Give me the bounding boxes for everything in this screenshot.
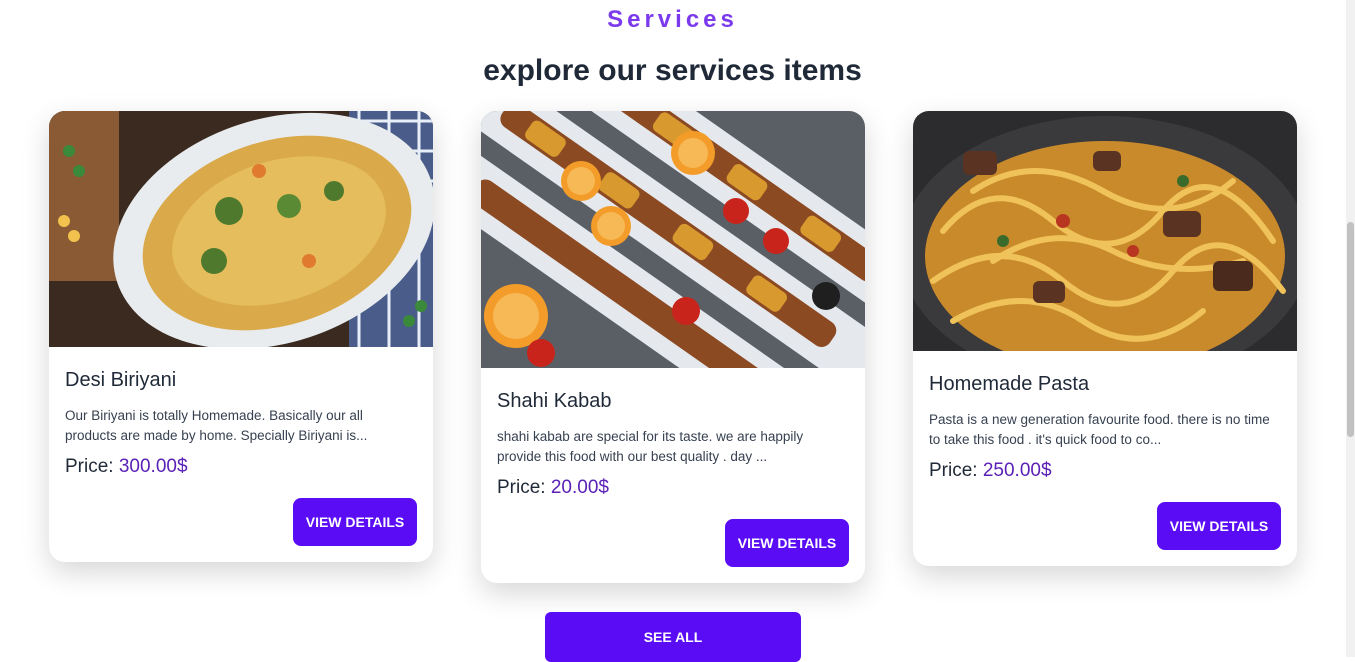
- view-details-button[interactable]: VIEW DETAILS: [1157, 502, 1281, 550]
- card-title: Homemade Pasta: [929, 373, 1090, 395]
- section-title: explore our services items: [483, 54, 862, 87]
- view-details-button[interactable]: VIEW DETAILS: [725, 519, 849, 567]
- card-description: shahi kabab are special for its taste. w…: [497, 429, 804, 464]
- price-label: Price:: [65, 456, 114, 477]
- card-price: Price: 300.00$: [65, 456, 417, 478]
- biriyani-image: [49, 111, 433, 347]
- card-price: Price: 250.00$: [929, 460, 1281, 482]
- card-title: Desi Biriyani: [65, 369, 177, 391]
- price-value: 250.00$: [982, 460, 1052, 481]
- kabab-image: [481, 111, 865, 368]
- price-value: 20.00$: [550, 477, 609, 498]
- see-all-button[interactable]: SEE ALL: [545, 612, 801, 662]
- price-label: Price:: [929, 460, 978, 481]
- section-eyebrow: Services: [607, 6, 738, 33]
- price-label: Price:: [497, 477, 546, 498]
- service-card-kabab: Shahi Kabab shahi kabab are special for …: [481, 111, 865, 583]
- price-value: 300.00$: [118, 456, 188, 477]
- pasta-image: [913, 111, 1297, 351]
- scrollbar-thumb[interactable]: [1347, 222, 1354, 437]
- card-description: Our Biriyani is totally Homemade. Basica…: [65, 408, 368, 443]
- service-card-pasta: Homemade Pasta Pasta is a new generation…: [913, 111, 1297, 566]
- card-description: Pasta is a new generation favourite food…: [929, 412, 1270, 447]
- card-price: Price: 20.00$: [497, 477, 849, 499]
- page-scrollbar[interactable]: [1346, 0, 1355, 657]
- view-details-button[interactable]: VIEW DETAILS: [293, 498, 417, 546]
- service-card-biriyani: Desi Biriyani Our Biriyani is totally Ho…: [49, 111, 433, 562]
- card-title: Shahi Kabab: [497, 390, 612, 412]
